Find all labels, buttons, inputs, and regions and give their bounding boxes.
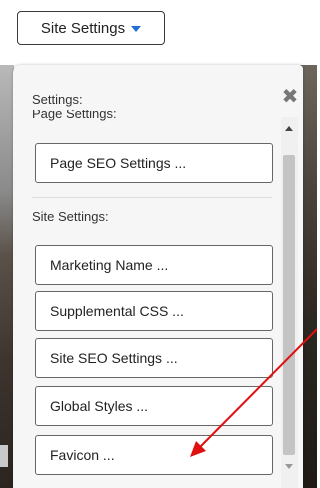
page-settings-heading: Page Settings: — [32, 110, 117, 121]
site-settings-label: Site Settings — [40, 19, 126, 37]
site-settings-dropdown-button[interactable]: Site Settings — [17, 11, 165, 45]
caret-down-icon — [131, 26, 142, 32]
site-settings-heading: Site Settings: — [32, 209, 109, 224]
settings-dropdown-panel: Settings: Page Settings: ✖ Page SEO Sett… — [13, 65, 303, 488]
site-seo-settings-button[interactable]: Site SEO Settings ... — [35, 338, 273, 378]
supplemental-css-button[interactable]: Supplemental CSS ... — [35, 291, 273, 331]
close-icon[interactable]: ✖ — [281, 87, 299, 107]
scroll-up-icon[interactable] — [285, 126, 293, 131]
marketing-name-button[interactable]: Marketing Name ... — [35, 245, 273, 285]
scrollbar-thumb[interactable] — [283, 155, 295, 455]
background-highlight — [0, 445, 8, 467]
section-divider — [32, 197, 272, 198]
scroll-down-icon[interactable] — [285, 464, 293, 469]
settings-heading: Settings: — [32, 92, 83, 107]
favicon-button[interactable]: Favicon ... — [35, 435, 273, 475]
background-left — [0, 65, 14, 488]
global-styles-button[interactable]: Global Styles ... — [35, 386, 273, 426]
page-seo-settings-button[interactable]: Page SEO Settings ... — [35, 143, 273, 183]
